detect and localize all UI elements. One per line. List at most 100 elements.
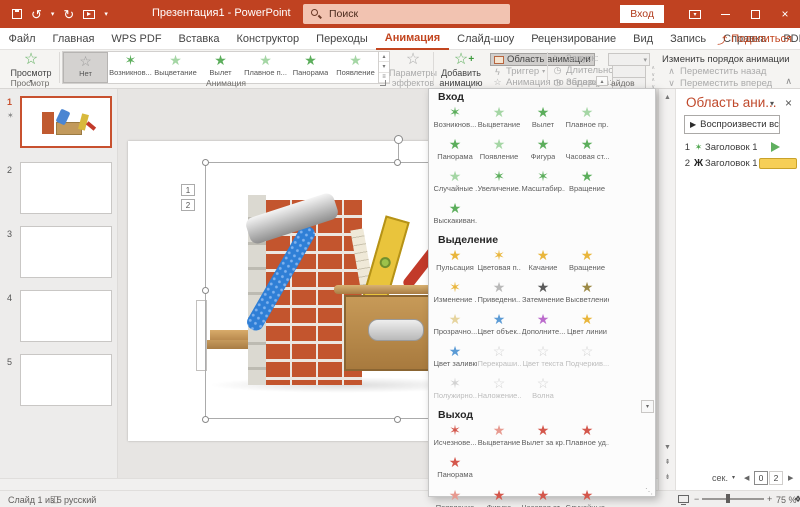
ribbon-tab[interactable]: Рецензирование — [523, 28, 625, 50]
add-animation-button[interactable]: ☆ + Добавить анимацию — [436, 51, 486, 88]
animation-effect-item[interactable]: ★ Приведени... — [477, 279, 521, 311]
animation-effect-item[interactable]: ★ Затемнение — [521, 279, 565, 311]
animation-effect-item[interactable]: ★ Прозрачно... — [433, 311, 477, 343]
animation-effect-item[interactable]: ★ Случайные ... — [433, 168, 477, 200]
animation-effect-item[interactable]: ★ Часовая ст... — [565, 136, 609, 168]
animation-list-item-2[interactable]: 2 Ж Заголовок 1: С... — [680, 155, 798, 171]
ribbon-tab[interactable]: Главная — [44, 28, 103, 50]
animation-effect-item[interactable]: ☆ Волна — [521, 375, 565, 407]
rotation-handle[interactable] — [394, 135, 403, 144]
selection-handle-top-middle[interactable] — [394, 159, 401, 166]
animation-effect-item[interactable]: ✶ Возникнов... — [433, 104, 477, 136]
animation-effect-item[interactable]: ✶ Цветовая п... — [477, 247, 521, 279]
maximize-button[interactable] — [740, 0, 770, 28]
search-input[interactable]: Поиск — [303, 4, 510, 24]
seconds-caret-icon[interactable]: ▾ — [732, 474, 735, 481]
animation-effect-item[interactable]: ★ Панорама — [433, 136, 477, 168]
animation-effect-item[interactable]: ★ Вращение — [565, 247, 609, 279]
share-button[interactable]: ⤴ Поделиться — [717, 28, 792, 50]
ribbon-tab[interactable]: Файл — [0, 28, 44, 50]
animation-effect-item[interactable]: ✶ Масштабир... — [521, 168, 565, 200]
animation-effect-item[interactable]: ★ Вращение — [565, 168, 609, 200]
scroll-down-icon[interactable]: ▼ — [661, 441, 674, 454]
ribbon-display-options-button[interactable]: ▾ — [680, 0, 710, 28]
animation-effect-item[interactable]: ☆ Цвет текста — [521, 343, 565, 375]
animation-effect-item[interactable]: ☆ Подчеркив... — [565, 343, 609, 375]
previous-slide-icon[interactable]: ⇞ — [661, 455, 674, 468]
ribbon-tab[interactable]: Анимация — [376, 28, 449, 50]
animation-effect-item[interactable]: ★ Фигура — [477, 487, 521, 507]
animation-effect-item[interactable]: ✶ Увеличение... — [477, 168, 521, 200]
minimize-button[interactable] — [710, 0, 740, 28]
play-all-button[interactable]: ▶ Воспроизвести все — [684, 115, 780, 134]
ribbon-tab[interactable]: Запись — [662, 28, 715, 50]
animation-effect-item[interactable]: ★ Появление — [433, 487, 477, 507]
undo-icon[interactable]: ↺ — [31, 8, 42, 21]
animation-effect-item[interactable]: ★ Плавное пр... — [565, 104, 609, 136]
animation-effect-item[interactable]: ★ Вылет — [521, 104, 565, 136]
ribbon-tab[interactable]: Конструктор — [228, 28, 308, 50]
scroll-up-icon[interactable]: ▲ — [661, 91, 674, 104]
animation-effect-item[interactable]: ★ Качание — [521, 247, 565, 279]
animation-effect-item[interactable]: ✶ Полужирно... — [433, 375, 477, 407]
zoom-out-icon[interactable]: − — [694, 494, 699, 504]
animation-effect-item[interactable]: ★ Дополните... — [521, 311, 565, 343]
redo-icon[interactable]: ↻ — [63, 8, 74, 21]
animation-effect-item[interactable]: ★ Цвет заливки — [433, 343, 477, 375]
animation-effect-item[interactable]: ★ Вылет за кр... — [521, 422, 565, 454]
ribbon-tab[interactable]: Переходы — [308, 28, 377, 50]
slide-thumbnail-1[interactable] — [20, 96, 112, 148]
animation-effect-item[interactable]: ★ Высветление — [565, 279, 609, 311]
animation-effect-item[interactable]: ★ Выцветание — [477, 104, 521, 136]
slide-thumbnail-4[interactable] — [20, 290, 112, 342]
gallery-scroll-down-icon[interactable]: ▾ — [379, 62, 389, 73]
animation-effect-item[interactable]: ★ Случайные ... — [565, 487, 609, 507]
selection-handle-middle-left[interactable] — [202, 287, 209, 294]
zoom-slider-track[interactable] — [702, 498, 764, 500]
pane-close-icon[interactable]: × — [785, 96, 792, 110]
menu-resize-grip-icon[interactable]: ⋱ — [645, 487, 653, 496]
slide-thumbnail-5[interactable] — [20, 354, 112, 406]
animation-effect-item[interactable]: ★ Появление — [477, 136, 521, 168]
animation-effect-item[interactable]: ★ Пульсация — [433, 247, 477, 279]
animation-effect-item[interactable]: ★ Плавное уд... — [565, 422, 609, 454]
save-icon[interactable] — [12, 9, 22, 19]
slide-thumbnail-3[interactable] — [20, 226, 112, 278]
animation-order-badge-1[interactable]: 1 — [181, 184, 195, 196]
animation-effect-item[interactable]: ☆ Наложение... — [477, 375, 521, 407]
animation-effect-item[interactable]: ✶ Изменение ... — [433, 279, 477, 311]
animation-effect-item[interactable]: ★ Цвет линии — [565, 311, 609, 343]
spellcheck-book-icon[interactable]: ◫ — [50, 494, 59, 505]
animation-effect-item[interactable]: ✶ Исчезнове... — [433, 422, 477, 454]
pane-caret-icon[interactable]: ▾ — [770, 99, 774, 108]
ribbon-tab[interactable]: Вставка — [170, 28, 228, 50]
animation-dialog-launcher-icon[interactable] — [380, 80, 386, 86]
scale-right-icon[interactable]: ▶ — [788, 474, 793, 482]
animation-effect-item[interactable]: ★ Часовая ст... — [521, 487, 565, 507]
zoom-slider-thumb[interactable] — [726, 494, 730, 503]
animation-effect-item[interactable]: ★ Выскакиван... — [433, 200, 477, 232]
slideshow-view-icon[interactable] — [678, 495, 689, 505]
zoom-in-icon[interactable]: + — [767, 494, 772, 504]
selection-handle-top-left[interactable] — [202, 159, 209, 166]
gallery-scroll-up-icon[interactable]: ▴ — [379, 52, 389, 63]
canvas-vertical-scrollbar[interactable]: ▲ ▼ ⇞ ⇟ — [658, 89, 676, 490]
animation-effect-item[interactable]: ☆ Перекраши... — [477, 343, 521, 375]
language-status[interactable]: русский — [64, 495, 96, 505]
ribbon-tab[interactable]: Вид — [625, 28, 662, 50]
slide-thumbnail-2[interactable] — [20, 162, 112, 214]
selection-handle-bottom-middle[interactable] — [394, 416, 401, 423]
next-slide-icon[interactable]: ⇟ — [661, 470, 674, 483]
ribbon-tab[interactable]: Слайд-шоу — [449, 28, 523, 50]
animation-effect-item[interactable]: ★ Фигура — [521, 136, 565, 168]
animation-effect-item[interactable]: ★ Цвет объек... — [477, 311, 521, 343]
scale-left-icon[interactable]: ◀ — [744, 474, 749, 482]
signin-button[interactable]: Вход — [620, 5, 664, 23]
collapse-ribbon-icon[interactable]: ∧ — [785, 76, 792, 87]
start-slideshow-icon[interactable] — [83, 9, 96, 19]
ribbon-tab[interactable]: WPS PDF — [103, 28, 170, 50]
undo-caret-icon[interactable]: ▾ — [51, 10, 55, 18]
animation-order-badge-2[interactable]: 2 — [181, 199, 195, 211]
animation-effect-item[interactable]: ★ Панорама — [433, 454, 477, 486]
selection-handle-bottom-left[interactable] — [202, 416, 209, 423]
